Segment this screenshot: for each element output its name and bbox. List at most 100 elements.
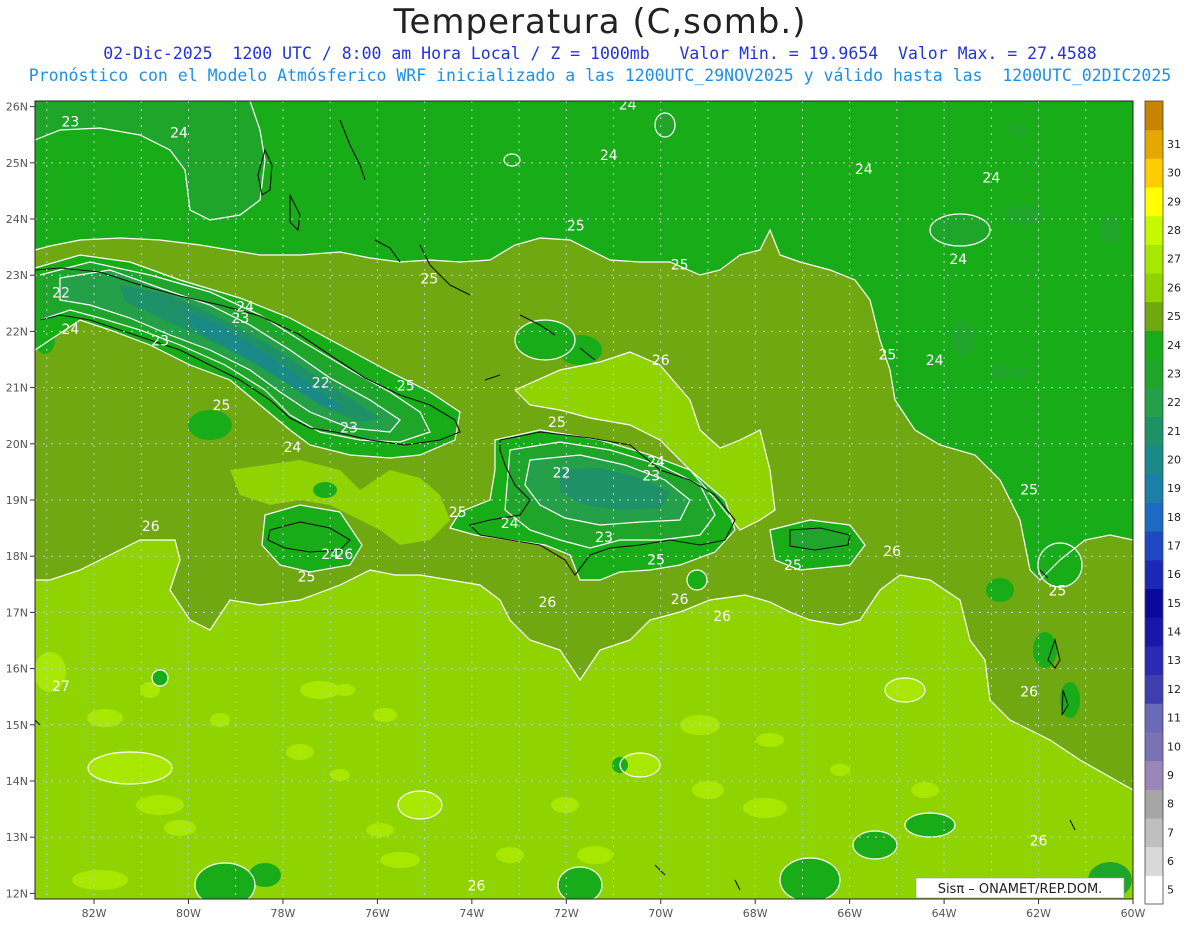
contour-label: 23 bbox=[340, 421, 358, 437]
contour-label: 25 bbox=[879, 348, 897, 364]
contour-label: 25 bbox=[548, 415, 566, 431]
contour-label: 26 bbox=[468, 879, 486, 895]
contour-label: 24 bbox=[600, 148, 618, 164]
lon-tick-label: 74W bbox=[459, 907, 484, 920]
contour-label: 26 bbox=[1030, 834, 1048, 850]
colorbar-swatch bbox=[1145, 416, 1163, 446]
lon-tick-label: 60W bbox=[1121, 907, 1146, 920]
colorbar-label: 6 bbox=[1167, 855, 1174, 868]
longitude-axis: 82W 80W 78W 76W 74W 72W 70W 68W 66W 64W 62W 60W bbox=[82, 899, 1146, 920]
colorbar-label: 10 bbox=[1167, 740, 1181, 753]
colorbar-label: 26 bbox=[1167, 281, 1181, 294]
colorbar-label: 13 bbox=[1167, 654, 1181, 667]
contour-label: 25 bbox=[1049, 584, 1067, 600]
colorbar-swatch bbox=[1145, 215, 1163, 245]
lon-tick-label: 62W bbox=[1026, 907, 1051, 920]
latitude-axis: 26N 25N 24N 23N 22N 21N 20N 19N 18N 17N 16N 15N 14N 1… bbox=[6, 101, 35, 900]
contour-label: 23 bbox=[595, 530, 613, 546]
lat-tick-label: 12N bbox=[6, 887, 28, 900]
contour-label: 26 bbox=[713, 609, 731, 625]
colorbar-label: 8 bbox=[1167, 798, 1174, 811]
contour-label: 24 bbox=[855, 162, 873, 178]
contour-label: 26 bbox=[142, 519, 160, 535]
contour-label: 22 bbox=[553, 466, 571, 482]
contour-label: 25 bbox=[567, 218, 585, 234]
credit-box: Sisπ – ONAMET/REP.DOM. bbox=[915, 877, 1125, 899]
contour-label: 25 bbox=[213, 398, 231, 414]
contour-label: 27 bbox=[52, 679, 70, 695]
colorbar-swatch bbox=[1145, 330, 1163, 360]
colorbar-swatch bbox=[1145, 359, 1163, 389]
lat-tick-label: 15N bbox=[6, 719, 28, 732]
lat-tick-label: 24N bbox=[6, 213, 28, 226]
lon-tick-label: 76W bbox=[365, 907, 390, 920]
colorbar-label: 24 bbox=[1167, 339, 1181, 352]
colorbar-swatch bbox=[1145, 531, 1163, 561]
contour-label: 23 bbox=[232, 311, 250, 327]
colorbar-swatch bbox=[1145, 273, 1163, 303]
lat-tick-label: 23N bbox=[6, 269, 28, 282]
contour-label: 24 bbox=[619, 97, 637, 113]
colorbar-label: 12 bbox=[1167, 683, 1181, 696]
contour-label: 26 bbox=[335, 547, 353, 563]
colorbar-label: 28 bbox=[1167, 224, 1181, 237]
contour-label: 23 bbox=[642, 468, 660, 484]
colorbar-label: 31 bbox=[1167, 138, 1181, 151]
lon-tick-label: 80W bbox=[176, 907, 201, 920]
colorbar-label: 23 bbox=[1167, 367, 1181, 380]
colorbar-label: 17 bbox=[1167, 540, 1181, 553]
colorbar-swatch bbox=[1145, 445, 1163, 475]
temperature-map: 23 24 24 24 24 24 25 25 24 25 22 24 23 24 23 26 25 24 22 25… bbox=[6, 97, 1181, 920]
contour-label: 26 bbox=[1020, 685, 1038, 701]
lat-tick-label: 25N bbox=[6, 157, 28, 170]
colorbar-swatch bbox=[1145, 703, 1163, 733]
colorbar-swatch bbox=[1145, 817, 1163, 848]
colorbar-swatch bbox=[1145, 158, 1163, 188]
contour-label: 26 bbox=[671, 592, 689, 608]
colorbar-label: 29 bbox=[1167, 195, 1181, 208]
lat-tick-label: 18N bbox=[6, 550, 28, 563]
contour-label: 23 bbox=[62, 114, 80, 130]
lat-tick-label: 17N bbox=[6, 606, 28, 619]
colorbar-swatch bbox=[1145, 674, 1163, 704]
contour-label: 25 bbox=[784, 558, 802, 574]
colorbar-label: 14 bbox=[1167, 626, 1181, 639]
contour-label: 25 bbox=[671, 258, 689, 274]
colorbar-label: 18 bbox=[1167, 511, 1181, 524]
lon-tick-label: 70W bbox=[648, 907, 673, 920]
lat-tick-label: 22N bbox=[6, 325, 28, 338]
colorbar-swatch bbox=[1145, 789, 1163, 819]
colorbar-label: 21 bbox=[1167, 425, 1181, 438]
lon-tick-label: 72W bbox=[554, 907, 579, 920]
colorbar-label: 16 bbox=[1167, 568, 1181, 581]
colorbar-label: 5 bbox=[1167, 884, 1174, 897]
lat-tick-label: 14N bbox=[6, 775, 28, 788]
colorbar-label: 19 bbox=[1167, 482, 1181, 495]
credit-text: Sisπ – ONAMET/REP.DOM. bbox=[938, 882, 1103, 897]
colorbar-swatch bbox=[1145, 875, 1163, 905]
contour-label: 25 bbox=[397, 378, 415, 394]
lon-tick-label: 82W bbox=[82, 907, 107, 920]
contour-label: 24 bbox=[926, 353, 944, 369]
contour-label: 26 bbox=[883, 544, 901, 560]
lon-tick-label: 78W bbox=[270, 907, 295, 920]
colorbar-label: 25 bbox=[1167, 310, 1181, 323]
colorbar-swatch bbox=[1145, 731, 1163, 762]
colorbar-swatch bbox=[1145, 760, 1163, 790]
colorbar-swatch bbox=[1145, 187, 1163, 217]
contour-label: 26 bbox=[652, 353, 670, 369]
colorbar-swatch bbox=[1145, 502, 1163, 532]
colorbar-label: 22 bbox=[1167, 396, 1181, 409]
colorbar-label: 11 bbox=[1167, 712, 1181, 725]
contour-label: 25 bbox=[449, 505, 467, 521]
contour-label: 24 bbox=[283, 440, 301, 456]
lon-tick-label: 66W bbox=[837, 907, 862, 920]
contour-label: 25 bbox=[420, 272, 438, 288]
colorbar-swatch bbox=[1145, 244, 1163, 274]
contour-label: 22 bbox=[312, 376, 330, 392]
contour-label: 25 bbox=[647, 553, 665, 569]
colorbar-swatch bbox=[1145, 473, 1163, 503]
lat-tick-label: 19N bbox=[6, 494, 28, 507]
colorbar-swatch bbox=[1145, 387, 1163, 417]
lon-tick-label: 64W bbox=[932, 907, 957, 920]
